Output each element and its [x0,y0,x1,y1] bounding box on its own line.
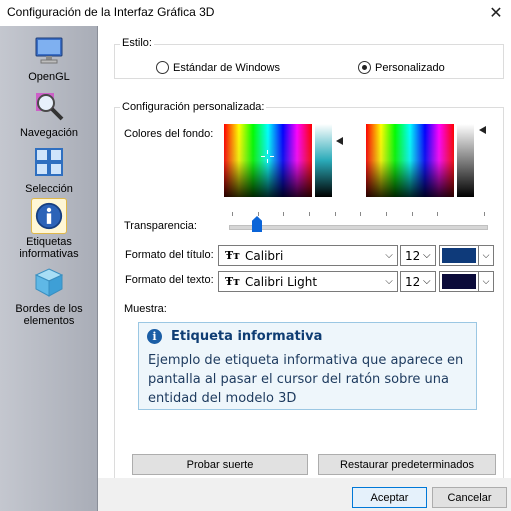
text-font-select[interactable]: Ŧт Calibri Light ⌵ [218,271,398,292]
chevron-down-icon: ⌵ [478,246,493,265]
sidebar-item-navegacion[interactable]: Navegación [3,90,95,139]
font-type-icon: Ŧт [225,275,241,288]
color-spectrum-2[interactable] [366,124,454,197]
magnifier-icon [36,93,64,121]
radio-label: Estándar de Windows [173,61,280,74]
chevron-down-icon: ⌵ [478,272,493,291]
chevron-down-icon: ⌵ [385,276,393,287]
slider-tick [386,212,387,216]
title-bar: Configuración de la Interfaz Gráfica 3D … [0,0,511,26]
slider-tick [412,212,413,216]
luminance-pointer-2[interactable] [479,126,486,134]
sidebar-item-opengl[interactable]: OpenGL [3,34,95,83]
background-colors-label: Colores del fondo: [124,128,214,140]
slider-tick [484,212,485,216]
custom-config-group-label: Configuración personalizada: [120,101,267,113]
button-label: Cancelar [447,491,492,504]
button-label: Aceptar [370,491,409,504]
cube-icon [34,268,64,297]
button-label: Restaurar predeterminados [340,458,474,471]
radio-label: Personalizado [375,61,445,74]
title-size-select[interactable]: 12 ⌵ [400,245,436,266]
preview-body: Ejemplo de etiqueta informativa que apar… [148,353,464,406]
probar-suerte-button[interactable]: Probar suerte [132,454,308,475]
accept-button[interactable]: Aceptar [352,487,427,508]
sidebar-item-bordes[interactable]: Bordes de los elementos [3,266,95,327]
transparency-label: Transparencia: [124,220,197,232]
text-size-value: 12 [405,274,421,289]
radio-windows-standard[interactable]: Estándar de Windows [156,61,280,74]
info-icon [35,202,63,230]
style-group-label: Estilo: [120,37,154,49]
chevron-down-icon: ⌵ [423,250,431,261]
radio-circle [156,61,169,74]
sidebar-item-seleccion[interactable]: Selección [3,146,95,195]
title-font-select[interactable]: Ŧт Calibri ⌵ [218,245,398,266]
text-color-button[interactable]: ⌵ [439,271,494,292]
sidebar-item-label: Etiquetas [26,236,72,248]
info-icon: i [147,329,162,344]
preview-title: Etiqueta informativa [171,329,323,344]
sidebar-item-label: Selección [25,183,73,195]
monitor-icon [35,37,63,64]
chevron-down-icon: ⌵ [385,250,393,261]
sidebar-item-label: Bordes de los [15,303,83,315]
slider-tick [258,212,259,216]
text-size-select[interactable]: 12 ⌵ [400,271,436,292]
slider-tick [283,212,284,216]
preview-header: i Etiqueta informativa [147,329,322,344]
text-font-value: Calibri Light [245,274,318,289]
luminance-bar-1[interactable] [315,124,332,197]
title-font-value: Calibri [245,248,284,263]
font-type-icon: Ŧт [225,249,241,262]
selected-highlight [31,198,67,234]
sidebar-item-label: elementos [23,315,75,327]
slider-tick [309,212,310,216]
radio-dot [362,65,367,70]
luminance-bar-2[interactable] [457,124,474,197]
slider-tick [360,212,361,216]
chevron-down-icon: ⌵ [423,276,431,287]
title-color-swatch [442,248,476,263]
grid-icon [35,148,63,176]
cancel-button[interactable]: Cancelar [432,487,507,508]
radio-custom[interactable]: Personalizado [358,61,445,74]
main-panel: Estilo: Estándar de Windows Personalizad… [98,26,511,511]
sidebar-item-label: OpenGL [28,71,70,83]
title-format-label: Formato del título: [125,249,214,261]
crosshair-icon [261,150,274,163]
title-size-value: 12 [405,248,421,263]
slider-tick [232,212,233,216]
sidebar-item-label: informativas [19,248,79,260]
sidebar-item-label: Navegación [19,127,79,139]
text-format-label: Formato del texto: [125,274,214,286]
text-color-swatch [442,274,476,289]
close-icon: ✕ [489,5,503,22]
radio-circle [358,61,371,74]
color-spectrum-1[interactable] [224,124,312,197]
sidebar-item-etiquetas[interactable]: Etiquetas informativas [3,198,95,260]
slider-tick [437,212,438,216]
sidebar: OpenGL Navegación Selección Etiquetas in… [0,26,98,511]
close-button[interactable]: ✕ [481,0,511,26]
slider-tick [335,212,336,216]
luminance-pointer-1[interactable] [336,137,343,145]
title-color-button[interactable]: ⌵ [439,245,494,266]
button-label: Probar suerte [186,458,254,471]
sample-label: Muestra: [124,303,167,315]
restaurar-predeterminados-button[interactable]: Restaurar predeterminados [318,454,496,475]
window-title: Configuración de la Interfaz Gráfica 3D [7,5,215,19]
transparency-slider-track[interactable] [229,225,488,230]
tooltip-preview: i Etiqueta informativa Ejemplo de etique… [138,322,477,410]
